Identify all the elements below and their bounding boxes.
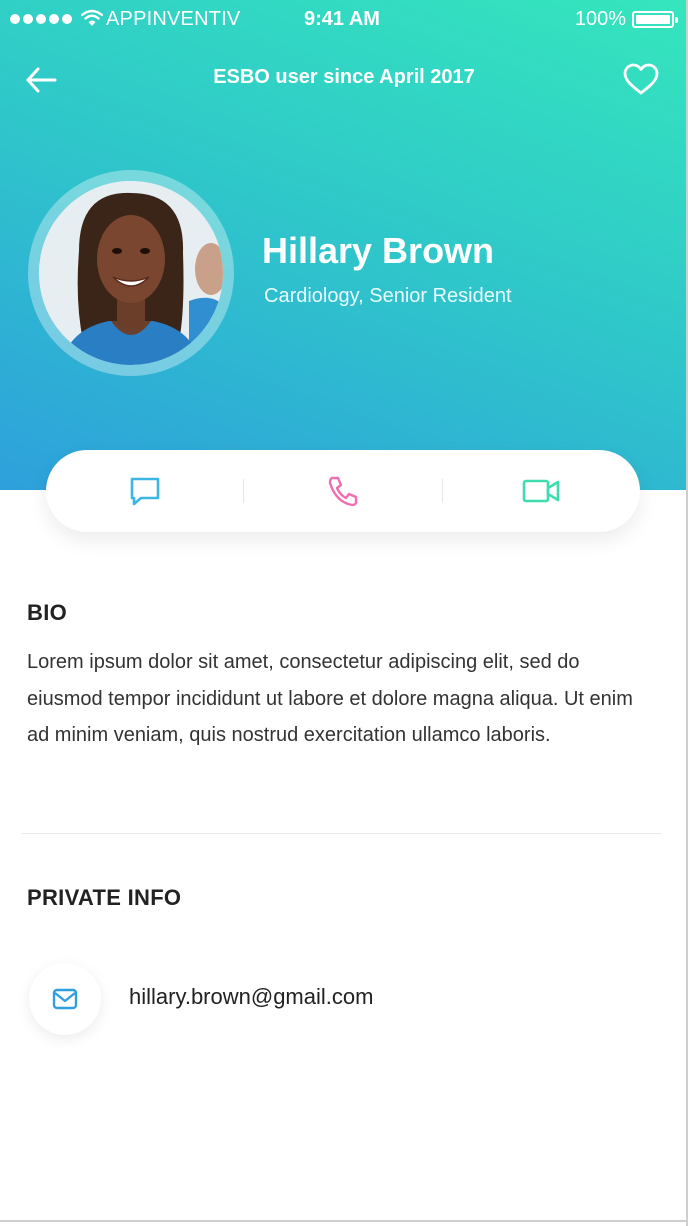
- message-button[interactable]: [46, 450, 243, 532]
- avatar-ring: [28, 170, 234, 376]
- bio-text: Lorem ipsum dolor sit amet, consectetur …: [27, 651, 633, 746]
- section-divider: [22, 833, 662, 834]
- video-call-button[interactable]: [443, 450, 640, 532]
- profile-role: Cardiology, Senior Resident: [264, 285, 512, 307]
- chat-icon: [130, 477, 159, 506]
- email-icon-button[interactable]: [29, 963, 101, 1035]
- contact-actions-card: [46, 450, 640, 532]
- favorite-button[interactable]: [622, 62, 660, 98]
- avatar: [39, 181, 223, 365]
- battery-percentage: 100%: [574, 8, 626, 30]
- mail-icon: [52, 988, 78, 1010]
- status-bar: APPINVENTIV 9:41 AM 100%: [0, 0, 688, 40]
- avatar-photo: [39, 181, 223, 365]
- page-title: ESBO user since April 2017: [213, 66, 475, 88]
- phone-icon: [328, 476, 358, 507]
- bio-heading: BIO: [27, 600, 68, 625]
- profile-header: APPINVENTIV 9:41 AM 100% ESBO user since…: [0, 0, 688, 490]
- call-button[interactable]: [244, 450, 441, 532]
- frame-edge: [0, 1220, 688, 1222]
- heart-icon: [623, 63, 659, 95]
- profile-name: Hillary Brown: [262, 230, 495, 271]
- email-address[interactable]: hillary.brown@gmail.com: [129, 984, 373, 1010]
- private-info-heading: PRIVATE INFO: [27, 885, 182, 910]
- video-icon: [523, 479, 560, 503]
- battery-icon: [632, 11, 678, 28]
